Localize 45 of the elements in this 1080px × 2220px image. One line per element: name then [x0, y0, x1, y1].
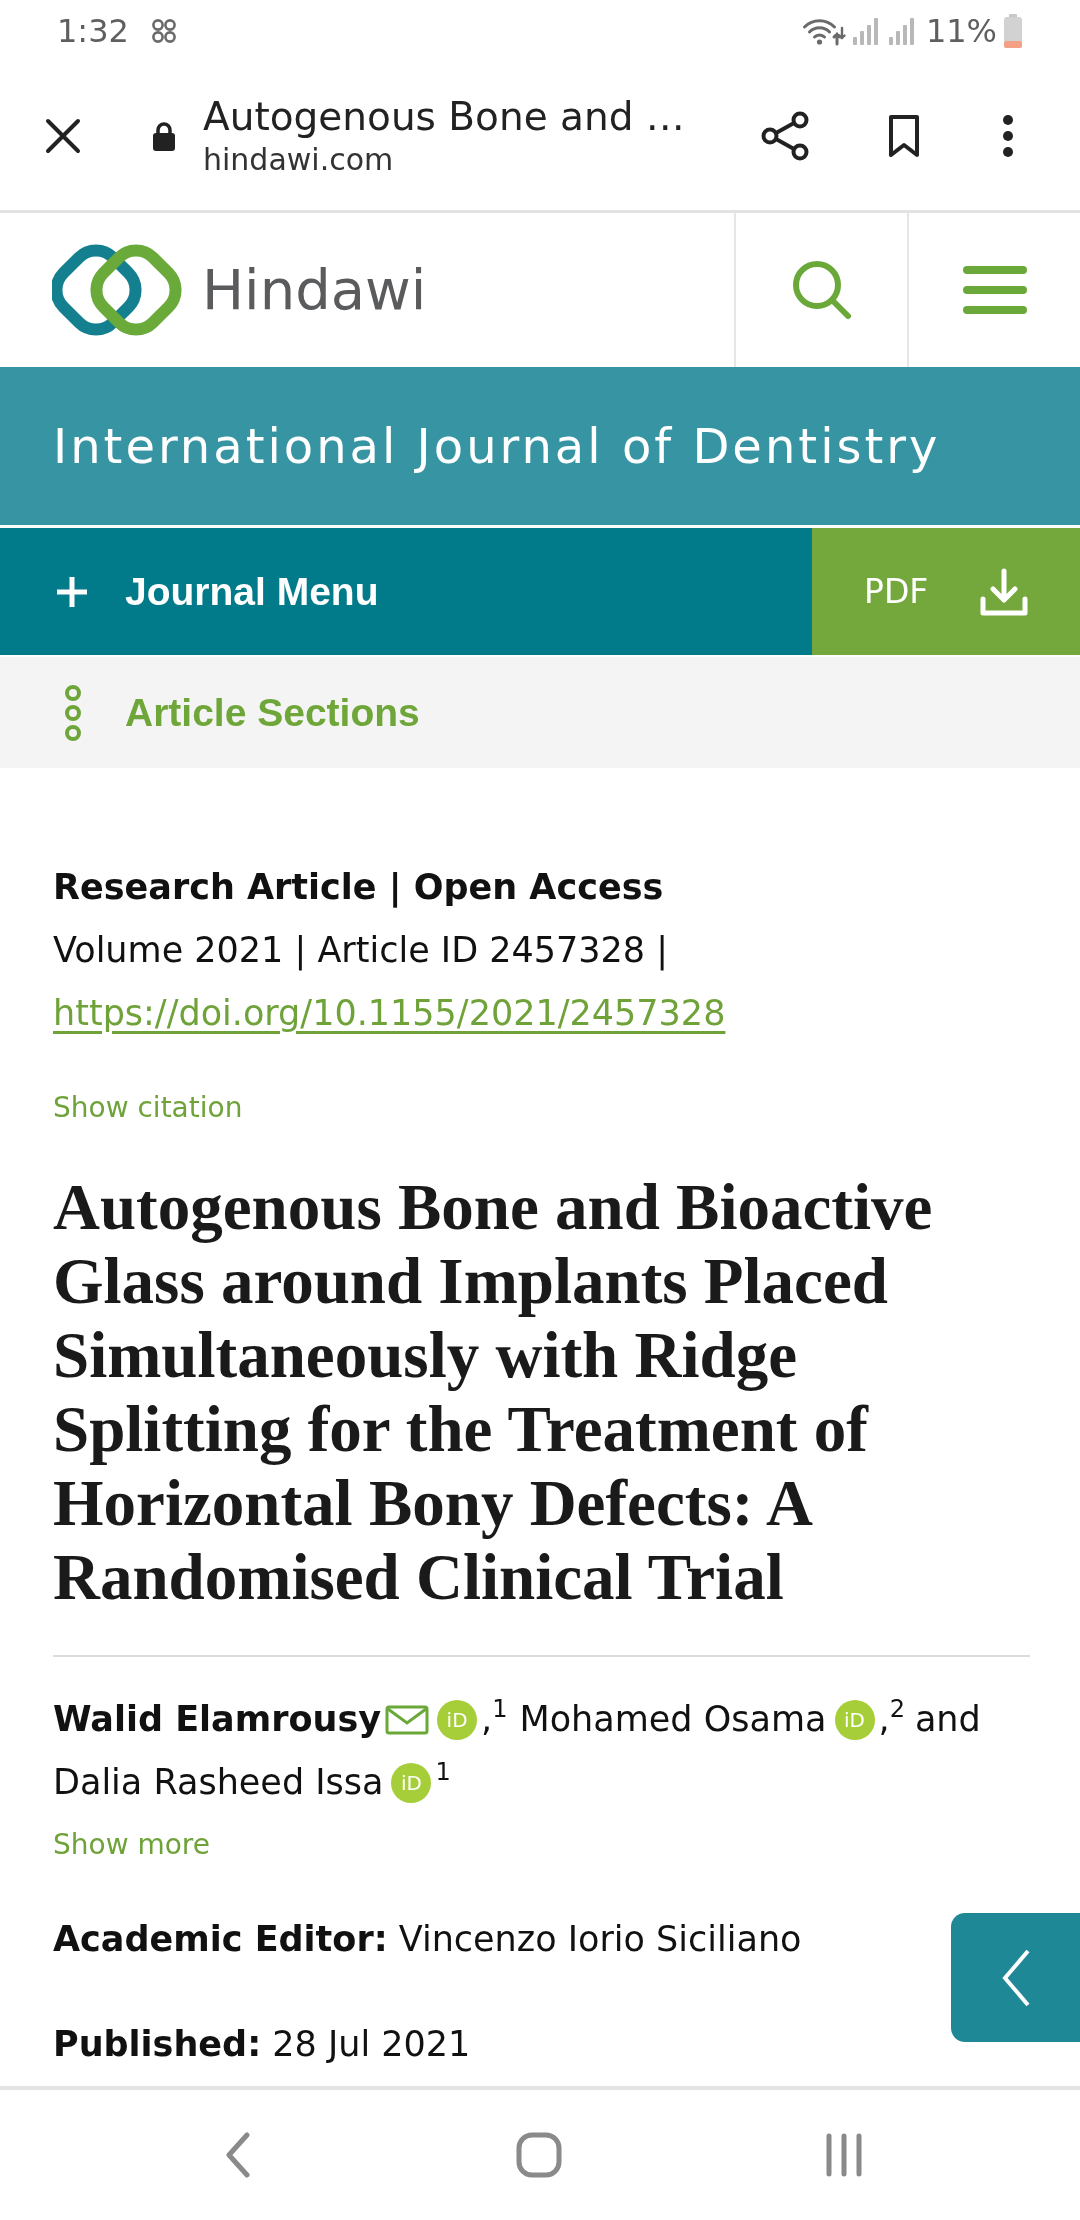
- battery-percent: 11%: [925, 11, 997, 51]
- show-citation-link[interactable]: Show citation: [53, 1091, 243, 1124]
- clock-time: 1:32: [57, 11, 129, 51]
- article-type: Research Article | Open Access: [53, 866, 664, 910]
- show-more-link[interactable]: Show more: [53, 1828, 210, 1861]
- home-icon[interactable]: [516, 2132, 562, 2178]
- recents-icon[interactable]: [824, 2133, 864, 2177]
- doi-link[interactable]: https://doi.org/10.1155/2021/2457328: [53, 993, 726, 1033]
- menu-icon: [961, 265, 1028, 315]
- page-url: hindawi.com: [203, 141, 395, 179]
- author-name: Mohamed Osama: [519, 1698, 827, 1741]
- pdf-button[interactable]: PDF: [812, 528, 1080, 655]
- close-icon[interactable]: [45, 118, 81, 154]
- article-title: Autogenous Bone and Bioactive Glass around Implants Placed Simultaneously with Ridge Splitting for the Treatment of Horizontal Bony Defects: A Randomised Clinical Trial: [53, 1170, 934, 1614]
- author-name: Dalia Rasheed Issa: [53, 1761, 384, 1804]
- download-icon: [980, 567, 1029, 616]
- share-icon[interactable]: [761, 111, 809, 161]
- brand-name[interactable]: Hindawi: [202, 257, 427, 323]
- battery-icon: [1003, 14, 1023, 48]
- plus-icon: [55, 574, 89, 609]
- wifi-icon: [801, 16, 846, 46]
- conjunction-text: and: [914, 1698, 981, 1741]
- chevron-left-icon: [1000, 1947, 1031, 2008]
- orcid-badge[interactable]: iD: [437, 1699, 478, 1740]
- page-title: Autogenous Bone and …: [203, 93, 686, 141]
- bookmark-icon[interactable]: [888, 114, 920, 158]
- detail-line: Published: 28 Jul 2021: [53, 2023, 471, 2066]
- volume-info: Volume 2021 | Article ID 2457328 |: [53, 929, 668, 973]
- lock-icon: [152, 121, 176, 151]
- journal-title[interactable]: International Journal of Dentistry: [53, 416, 941, 476]
- affiliation-mark: 1: [435, 1757, 451, 1788]
- detail-line: Academic Editor: Vincenzo Iorio Siciliano: [53, 1918, 802, 1961]
- cluster-icon: [150, 18, 177, 44]
- affiliation-mark: ,$^{2}$: [878, 1694, 905, 1741]
- email-icon[interactable]: [385, 1704, 430, 1735]
- rings-logo-icon[interactable]: [52, 243, 182, 337]
- more-icon[interactable]: [1002, 114, 1014, 158]
- article-sections-button[interactable]: Article Sections: [0, 657, 1080, 768]
- journal-menu-button[interactable]: Journal Menu: [0, 528, 812, 655]
- author-name: Walid Elamrousy: [53, 1698, 382, 1741]
- back-icon[interactable]: [225, 2132, 251, 2178]
- orcid-badge[interactable]: iD: [391, 1762, 432, 1803]
- orcid-badge[interactable]: iD: [834, 1699, 875, 1740]
- affiliation-mark: ,$^{1}$: [481, 1694, 508, 1741]
- back-panel-button[interactable]: [951, 1913, 1080, 2042]
